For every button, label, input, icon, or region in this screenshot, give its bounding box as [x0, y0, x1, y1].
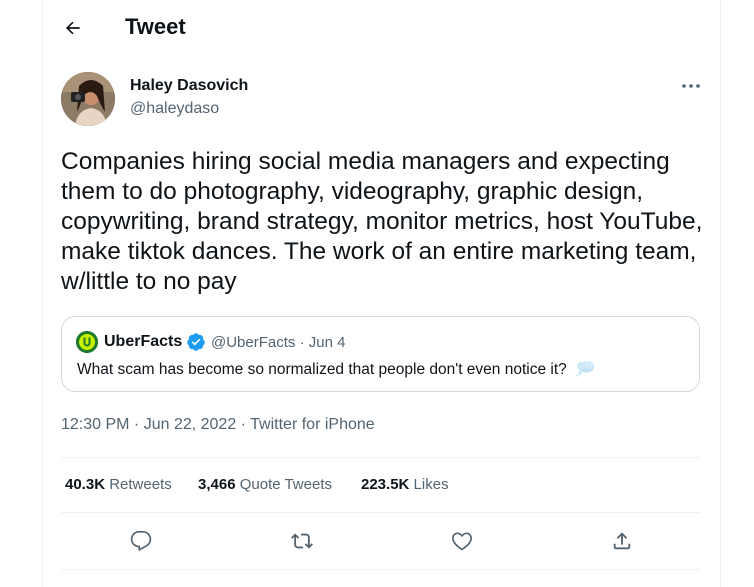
quoted-tweet[interactable]: UberFacts @UberFacts · Jun 4 What scam h…: [61, 316, 700, 392]
quoted-author-name: UberFacts: [104, 333, 183, 350]
thought-bubble-icon: [576, 361, 595, 377]
column-border-left: [42, 0, 43, 587]
tweet-page: Tweet Haley Dasovich @haleydaso Companie…: [0, 0, 754, 587]
retweets-stat[interactable]: 40.3K Retweets: [65, 476, 172, 493]
retweets-label: Retweets: [109, 476, 172, 493]
back-button[interactable]: [57, 12, 89, 44]
verified-badge-icon: [187, 333, 205, 351]
quote-tweets-stat[interactable]: 3,466 Quote Tweets: [198, 476, 332, 493]
like-button[interactable]: [448, 527, 476, 555]
reply-icon: [130, 531, 152, 551]
author-handle[interactable]: @haleydaso: [130, 100, 219, 118]
share-icon: [613, 532, 631, 550]
divider: [61, 512, 700, 513]
retweets-count: 40.3K: [65, 476, 106, 493]
reply-button[interactable]: [127, 527, 155, 555]
retweet-icon: [291, 533, 313, 549]
more-button[interactable]: [676, 76, 706, 96]
likes-count: 223.5K: [361, 476, 410, 493]
quote-tweets-count: 3,466: [198, 476, 236, 493]
likes-label: Likes: [413, 476, 449, 493]
heart-icon: [452, 532, 472, 551]
divider: [61, 457, 700, 458]
quoted-text: What scam has become so normalized that …: [77, 361, 567, 378]
tweet-timestamp[interactable]: 12:30 PM · Jun 22, 2022 · Twitter for iP…: [61, 416, 375, 434]
retweet-button[interactable]: [288, 527, 316, 555]
likes-stat[interactable]: 223.5K Likes: [361, 476, 449, 493]
share-button[interactable]: [608, 527, 636, 555]
arrow-left-icon: [66, 21, 80, 35]
divider: [61, 569, 700, 570]
author-name[interactable]: Haley Dasovich: [130, 77, 248, 95]
avatar[interactable]: [61, 72, 115, 126]
quote-tweets-label: Quote Tweets: [239, 476, 332, 493]
avatar-image: [61, 72, 115, 126]
uberfacts-logo-icon: [76, 331, 98, 353]
header: Tweet: [43, 0, 720, 56]
column-border-right: [720, 0, 721, 587]
quoted-handle-date: @UberFacts · Jun 4: [211, 334, 346, 351]
page-title: Tweet: [125, 14, 186, 39]
quoted-text-line: What scam has become so normalized that …: [77, 360, 595, 379]
tweet-text: Companies hiring social media managers a…: [61, 148, 710, 295]
quoted-avatar: [76, 331, 98, 353]
more-horizontal-icon: [682, 84, 700, 88]
